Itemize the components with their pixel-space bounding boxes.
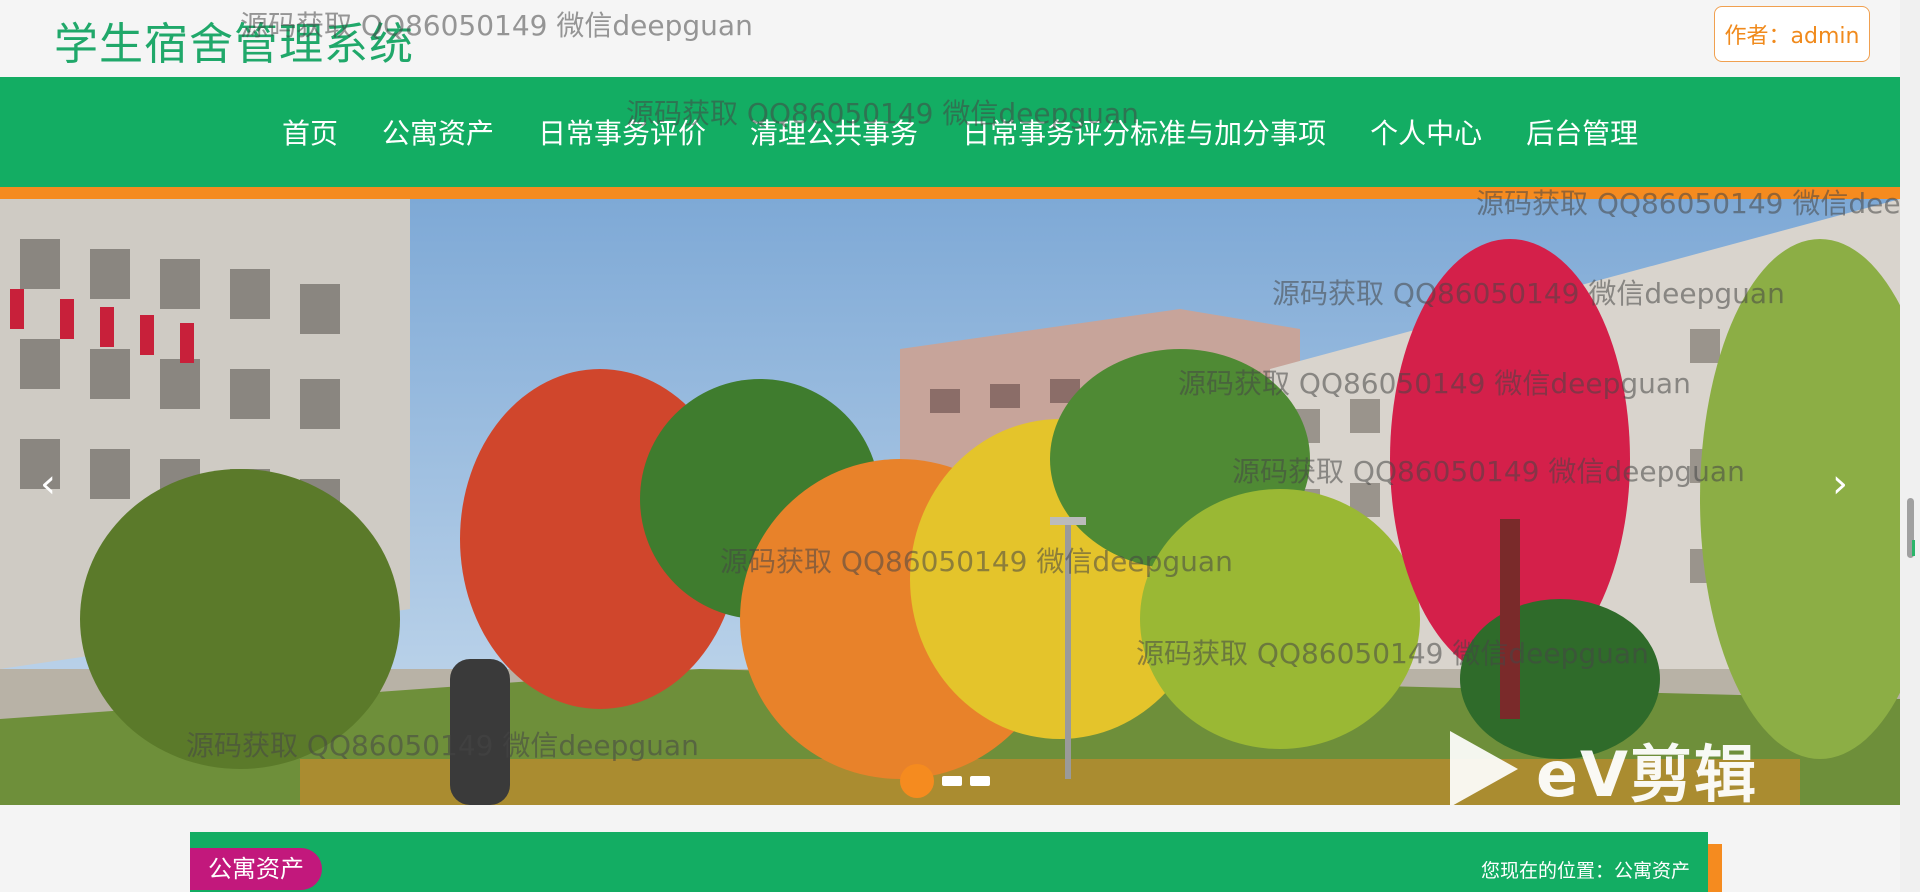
campus-photo bbox=[0, 199, 1900, 805]
ev-editor-logo: eV剪辑 bbox=[1450, 724, 1758, 805]
carousel-prev-arrow[interactable]: ‹ bbox=[40, 464, 56, 504]
nav-item-home[interactable]: 首页 bbox=[282, 112, 338, 152]
nav-underline bbox=[0, 187, 1900, 199]
nav-item-public-cleaning[interactable]: 清理公共事务 bbox=[750, 112, 918, 152]
nav-item-daily-evaluation[interactable]: 日常事务评价 bbox=[538, 112, 706, 152]
main-nav: 首页 公寓资产 日常事务评价 清理公共事务 日常事务评分标准与加分事项 个人中心… bbox=[0, 77, 1900, 187]
ev-logo-text: eV剪辑 bbox=[1536, 738, 1759, 805]
play-icon bbox=[1450, 731, 1518, 805]
carousel-indicators bbox=[900, 764, 990, 798]
site-title: 学生宿舍管理系统 bbox=[54, 19, 414, 70]
nav-item-apartment-assets[interactable]: 公寓资产 bbox=[382, 112, 494, 152]
breadcrumb-location: 您现在的位置：公寓资产 bbox=[1480, 860, 1690, 882]
section-accent bbox=[1708, 844, 1722, 892]
nav-item-personal-center[interactable]: 个人中心 bbox=[1370, 112, 1482, 152]
page-scrollbar[interactable] bbox=[1900, 0, 1920, 892]
nav-item-admin[interactable]: 后台管理 bbox=[1526, 112, 1638, 152]
carousel-dot-3[interactable] bbox=[970, 776, 990, 786]
scrollbar-indicator bbox=[1912, 540, 1915, 556]
carousel-dot-1[interactable] bbox=[900, 764, 934, 798]
author-button[interactable]: 作者：admin bbox=[1714, 6, 1870, 62]
banner-carousel[interactable]: ‹ › eV剪辑 bbox=[0, 199, 1900, 805]
top-header: 学生宿舍管理系统 作者：admin bbox=[0, 0, 1900, 77]
carousel-next-arrow[interactable]: › bbox=[1832, 464, 1848, 504]
carousel-dot-2[interactable] bbox=[942, 776, 962, 786]
nav-item-scoring-standards[interactable]: 日常事务评分标准与加分事项 bbox=[962, 112, 1326, 152]
section-title-tag: 公寓资产 bbox=[190, 848, 322, 890]
